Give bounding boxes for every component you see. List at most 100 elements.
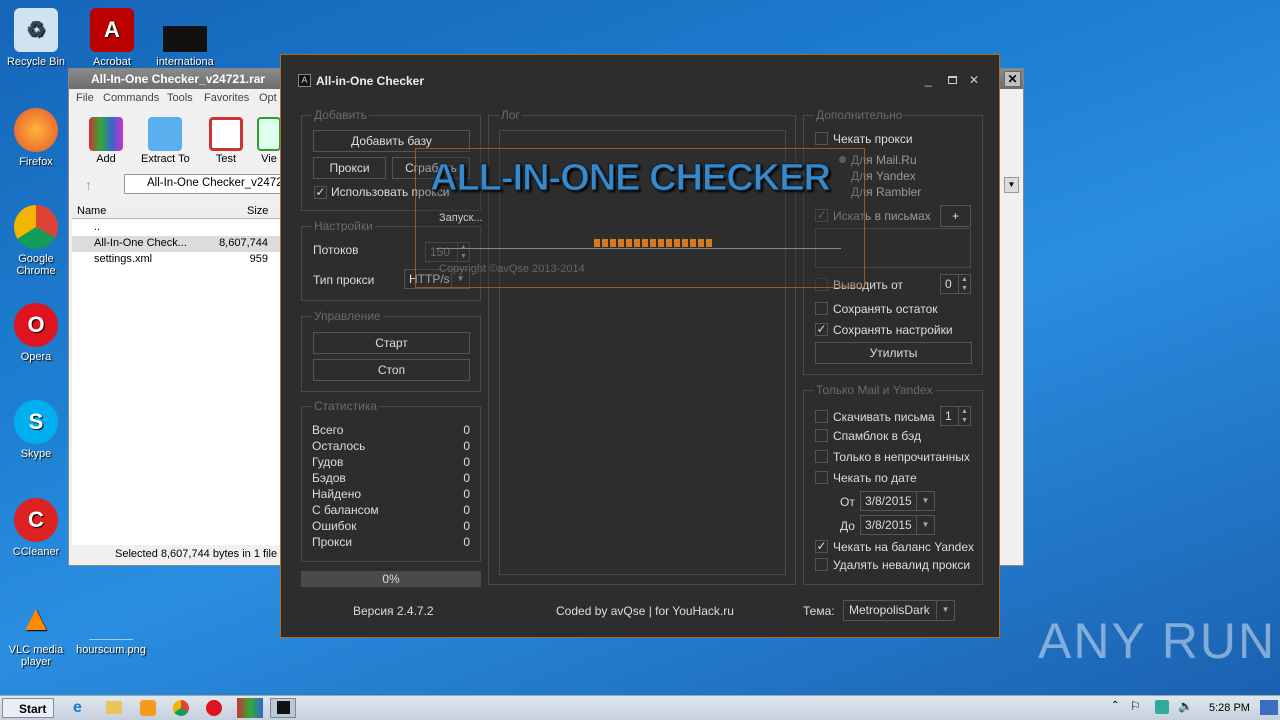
file-list: .. All-In-One Check... 8,607,744 settings… xyxy=(72,220,282,545)
desktop-icon-chrome[interactable]: Google Chrome xyxy=(1,205,71,277)
menu-favorites[interactable]: Favorites xyxy=(204,92,249,104)
stat-value: 0 xyxy=(463,471,470,485)
menu-options[interactable]: Opt xyxy=(259,92,277,104)
desktop-icon-skype[interactable]: S Skype xyxy=(1,400,71,460)
delete-invalid-label: Удалять невалид прокси xyxy=(833,558,971,572)
use-proxy-checkbox[interactable]: ✓ xyxy=(314,186,327,199)
desktop-icon-opera[interactable]: O Opera xyxy=(1,303,71,363)
up-icon[interactable]: ↑ xyxy=(85,177,92,193)
version-label: Версия 2.4.7.2 xyxy=(353,604,434,618)
winrar-taskbar-icon[interactable] xyxy=(237,698,263,718)
plus-button[interactable]: + xyxy=(940,205,971,227)
utils-button[interactable]: Утилиты xyxy=(815,342,972,364)
desktop-icon-recycle-bin[interactable]: ♻ Recycle Bin xyxy=(1,8,71,68)
unread-checkbox[interactable] xyxy=(815,450,828,463)
balance-yandex-checkbox[interactable]: ✓ xyxy=(815,540,828,553)
proxy-button[interactable]: Прокси xyxy=(313,157,386,179)
status-bar: Selected 8,607,744 bytes in 1 file xyxy=(115,548,278,560)
spamblock-checkbox[interactable] xyxy=(815,429,828,442)
stat-value: 0 xyxy=(463,455,470,469)
volume-icon[interactable]: 🔈 xyxy=(1178,699,1193,713)
file-row[interactable]: settings.xml 959 xyxy=(72,252,282,268)
stat-value: 0 xyxy=(463,519,470,533)
save-rest-label: Сохранять остаток xyxy=(833,302,938,316)
close-button[interactable]: ✕ xyxy=(969,73,979,87)
desktop-icon-acrobat[interactable]: A Acrobat xyxy=(77,8,147,68)
media-player-icon[interactable] xyxy=(140,700,156,716)
stat-label: Гудов xyxy=(312,455,344,469)
to-date-picker[interactable]: 3/8/2015 ▼ xyxy=(860,515,935,535)
menu-commands[interactable]: Commands xyxy=(103,92,159,104)
to-label: До xyxy=(840,519,855,533)
chrome-taskbar-icon[interactable] xyxy=(173,700,189,716)
toolbar-add[interactable]: Add xyxy=(89,117,123,165)
flag-icon[interactable]: ⚐ xyxy=(1130,699,1141,713)
file-row[interactable]: .. xyxy=(72,220,282,236)
scroll-down-icon[interactable]: ▼ xyxy=(1004,177,1019,193)
splash-loading: Запуск... xyxy=(439,212,483,224)
stat-value: 0 xyxy=(463,423,470,437)
show-desktop-button[interactable] xyxy=(1260,700,1278,715)
file-row[interactable]: All-In-One Check... 8,607,744 xyxy=(72,236,282,252)
test-icon xyxy=(209,117,243,151)
stop-button[interactable]: Стоп xyxy=(313,359,470,381)
opera-icon: O xyxy=(14,303,58,347)
toolbar-extract[interactable]: Extract To xyxy=(141,117,190,165)
desktop-icon-firefox[interactable]: Firefox xyxy=(1,108,71,168)
delete-invalid-checkbox[interactable] xyxy=(815,558,828,571)
opera-taskbar-icon[interactable] xyxy=(206,700,222,716)
address-bar[interactable]: All-In-One Checker_v24721 xyxy=(124,174,284,194)
close-button[interactable]: ✕ xyxy=(1004,71,1021,87)
desktop-icon-image[interactable]: hourscum.png xyxy=(76,596,146,656)
menu-tools[interactable]: Tools xyxy=(167,92,193,104)
explorer-icon[interactable] xyxy=(106,701,122,714)
checker-taskbar-icon[interactable] xyxy=(270,698,296,718)
unread-label: Только в непрочитанных xyxy=(833,450,970,464)
window-title: All-in-One Checker xyxy=(316,74,425,88)
col-name[interactable]: Name xyxy=(77,205,106,217)
check-proxy-checkbox[interactable] xyxy=(815,132,828,145)
download-mail-checkbox[interactable] xyxy=(815,410,828,423)
proxy-type-label: Тип прокси xyxy=(313,273,375,287)
stat-value: 0 xyxy=(463,503,470,517)
taskbar: Start e ⌃ ⚐ 🔈 5:28 PM xyxy=(0,695,1280,720)
minimize-button[interactable]: _ xyxy=(925,73,932,87)
stat-row: Гудов 0 xyxy=(312,455,470,469)
stepper-arrows-icon[interactable]: ▲▼ xyxy=(958,407,970,425)
stat-label: Ошибок xyxy=(312,519,357,533)
recycle-bin-icon: ♻ xyxy=(14,8,58,52)
by-date-checkbox[interactable] xyxy=(815,471,828,484)
folder-icon xyxy=(148,117,183,151)
stat-value: 0 xyxy=(463,439,470,453)
desktop-icon-ccleaner[interactable]: C CCleaner xyxy=(1,498,71,558)
output-from-stepper[interactable]: 0 ▲ ▼ xyxy=(940,274,971,294)
download-mail-label: Скачивать письма xyxy=(833,410,935,424)
by-date-label: Чекать по дате xyxy=(833,471,917,485)
start-button[interactable]: Start xyxy=(2,698,54,718)
theme-select[interactable]: MetropolisDark ▼ xyxy=(843,600,955,621)
menu-file[interactable]: File xyxy=(76,92,94,104)
show-hidden-icons[interactable]: ⌃ xyxy=(1111,700,1119,711)
download-count-stepper[interactable]: 1 ▲ ▼ xyxy=(940,406,971,426)
ie-icon[interactable]: e xyxy=(73,699,82,717)
col-size[interactable]: Size xyxy=(247,205,268,217)
maximize-button[interactable] xyxy=(948,76,957,84)
save-rest-checkbox[interactable] xyxy=(815,302,828,315)
from-label: От xyxy=(840,495,855,509)
stat-row: С балансом 0 xyxy=(312,503,470,517)
splash-copyright: Copyright ©avQse 2013-2014 xyxy=(439,263,585,275)
stepper-arrows-icon[interactable]: ▲▼ xyxy=(958,275,970,293)
stat-row: Всего 0 xyxy=(312,423,470,437)
toolbar-test[interactable]: Test xyxy=(209,117,243,165)
clock[interactable]: 5:28 PM xyxy=(1209,702,1250,714)
from-date-picker[interactable]: 3/8/2015 ▼ xyxy=(860,491,935,511)
stat-value: 0 xyxy=(463,487,470,501)
stat-row: Ошибок 0 xyxy=(312,519,470,533)
save-settings-checkbox[interactable]: ✓ xyxy=(815,323,828,336)
start-button[interactable]: Старт xyxy=(313,332,470,354)
toolbar-view[interactable]: Vie xyxy=(257,117,281,165)
splash-screen: ALL-IN-ONE CHECKER Запуск... Copyright ©… xyxy=(415,148,865,288)
network-icon[interactable] xyxy=(1155,700,1169,714)
desktop-icon-file[interactable]: internationa xyxy=(150,8,220,68)
desktop-icon-vlc[interactable]: ▲ VLC media player xyxy=(1,596,71,668)
